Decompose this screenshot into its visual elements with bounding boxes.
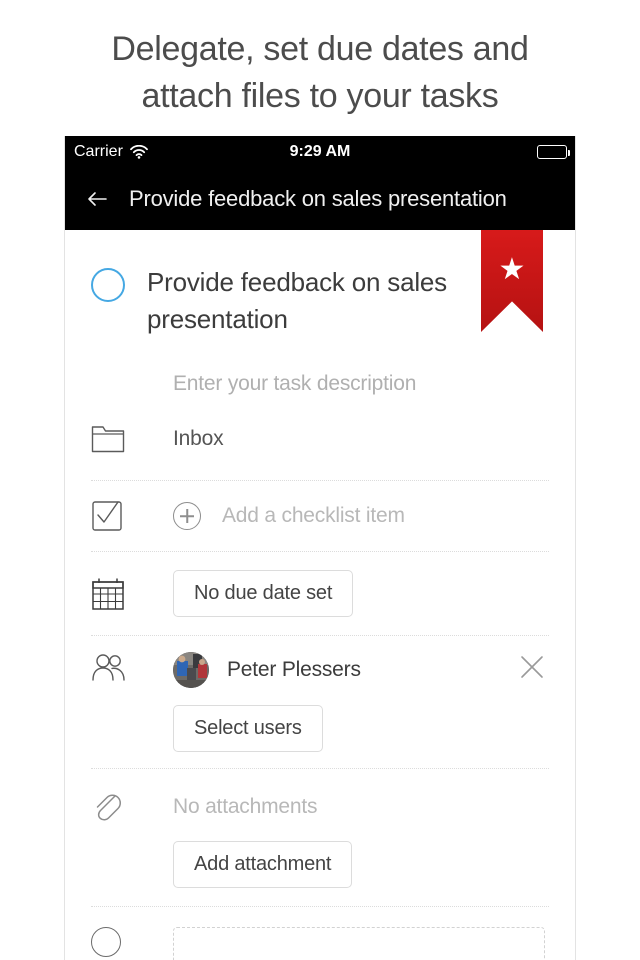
due-date-button[interactable]: No due date set [173,570,354,617]
paperclip-icon [91,789,135,823]
folder-icon [91,424,135,454]
assignee-name: Peter Plessers [227,658,361,681]
phone-screenshot-frame: Carrier 9:29 AM Provide feedback on sale… [64,136,576,960]
attachments-row: No attachments Add attachment [65,769,575,906]
headline-line-1: Delegate, set due dates and [111,30,529,68]
due-date-row: No due date set [65,552,575,635]
attachments-empty-label: No attachments [173,795,318,818]
back-arrow-icon[interactable] [84,185,112,213]
promo-headline: Delegate, set due dates and attach files… [0,0,640,120]
user-avatar-photo [173,652,209,688]
task-title-text[interactable]: Provide feedback on sales presentation [147,264,447,338]
headline-line-2: attach files to your tasks [141,77,499,115]
checklist-input[interactable]: Add a checklist item [222,504,405,528]
add-attachment-button[interactable]: Add attachment [173,841,353,888]
plus-circle-icon[interactable] [173,502,201,530]
close-x-icon[interactable] [519,654,545,680]
task-detail-content: ★ Provide feedback on sales presentation… [65,230,575,960]
battery-full-icon [537,145,570,159]
assignee-item[interactable]: Peter Plessers [173,652,575,688]
comment-input[interactable] [173,927,545,960]
comment-row [65,907,575,960]
users-icon [91,652,135,684]
circle-unchecked-icon[interactable] [91,268,125,302]
task-description-input[interactable]: Enter your task description [65,338,575,396]
select-users-button[interactable]: Select users [173,705,323,752]
status-bar-clock: 9:29 AM [289,143,351,160]
status-bar: Carrier 9:29 AM [65,136,575,168]
navigation-bar: Provide feedback on sales presentation [65,168,575,230]
checklist-row[interactable]: Add a checklist item [65,481,575,551]
page-title: Provide feedback on sales presentation [129,186,507,211]
calendar-icon [91,577,135,611]
assignees-row: Peter Plessers Select users [65,636,575,768]
task-list-name: Inbox [173,427,224,450]
status-bar-right [537,136,570,168]
circle-icon [91,927,135,957]
task-list-row[interactable]: Inbox [65,396,575,480]
checkbox-checked-icon [91,500,135,532]
